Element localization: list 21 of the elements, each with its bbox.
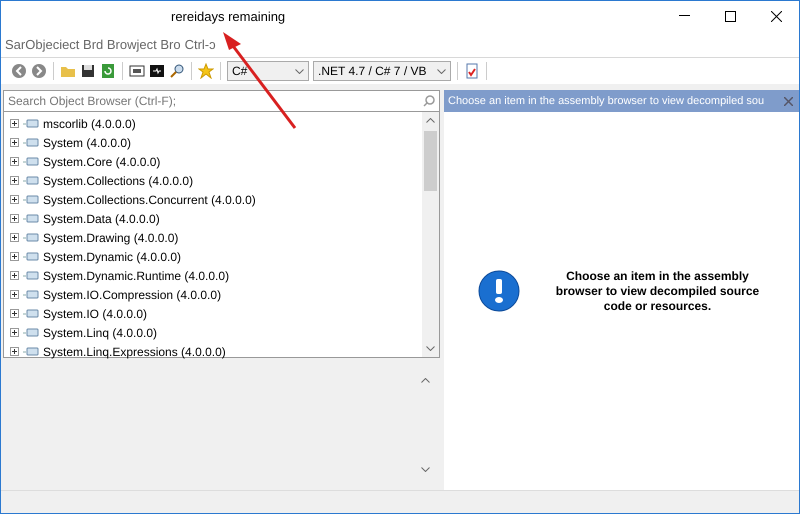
version-dropdown[interactable]: .NET 4.7 / C# 7 / VB: [313, 61, 451, 81]
search-box[interactable]: Search Object Browser (Ctrl-F);: [3, 90, 440, 112]
tree-item[interactable]: System.Collections.Concurrent (4.0.0.0): [43, 192, 256, 206]
info-message: Choose an item in the assembly browser to view decompiled source code or resources.: [554, 268, 760, 314]
tree-item[interactable]: System.Dynamic (4.0.0.0): [43, 250, 182, 264]
tree-item[interactable]: System.IO (4.0.0.0): [43, 306, 148, 320]
shortcut-text: Ctrl-ɔ: [184, 36, 216, 52]
language-dropdown[interactable]: C#: [227, 61, 309, 81]
tree-item[interactable]: System.Dynamic.Runtime (4.0.0.0): [43, 268, 230, 282]
tree-item[interactable]: mscorlib (4.0.0.0): [43, 116, 136, 130]
tree-item[interactable]: System.Linq.Expressions (4.0.0.0): [43, 344, 226, 358]
tree-item[interactable]: System.Drawing (4.0.0.0): [43, 230, 178, 244]
tree-item[interactable]: System.Data (4.0.0.0): [43, 212, 160, 226]
tree-item[interactable]: System.IO.Compression (4.0.0.0): [43, 288, 222, 302]
tree-item[interactable]: System (4.0.0.0): [43, 136, 132, 150]
tree-item[interactable]: System.Collections (4.0.0.0): [43, 174, 194, 188]
search-field[interactable]: Search Object Browser (Ctrl-F);: [8, 92, 423, 110]
tree-item[interactable]: System.Core (4.0.0.0): [43, 154, 160, 168]
window-title: rereidays remaining: [171, 8, 286, 24]
menu-text: SarObjeciect Brd Browject Bro: [5, 36, 181, 52]
tree-item[interactable]: System.Linq (4.0.0.0): [43, 326, 158, 340]
